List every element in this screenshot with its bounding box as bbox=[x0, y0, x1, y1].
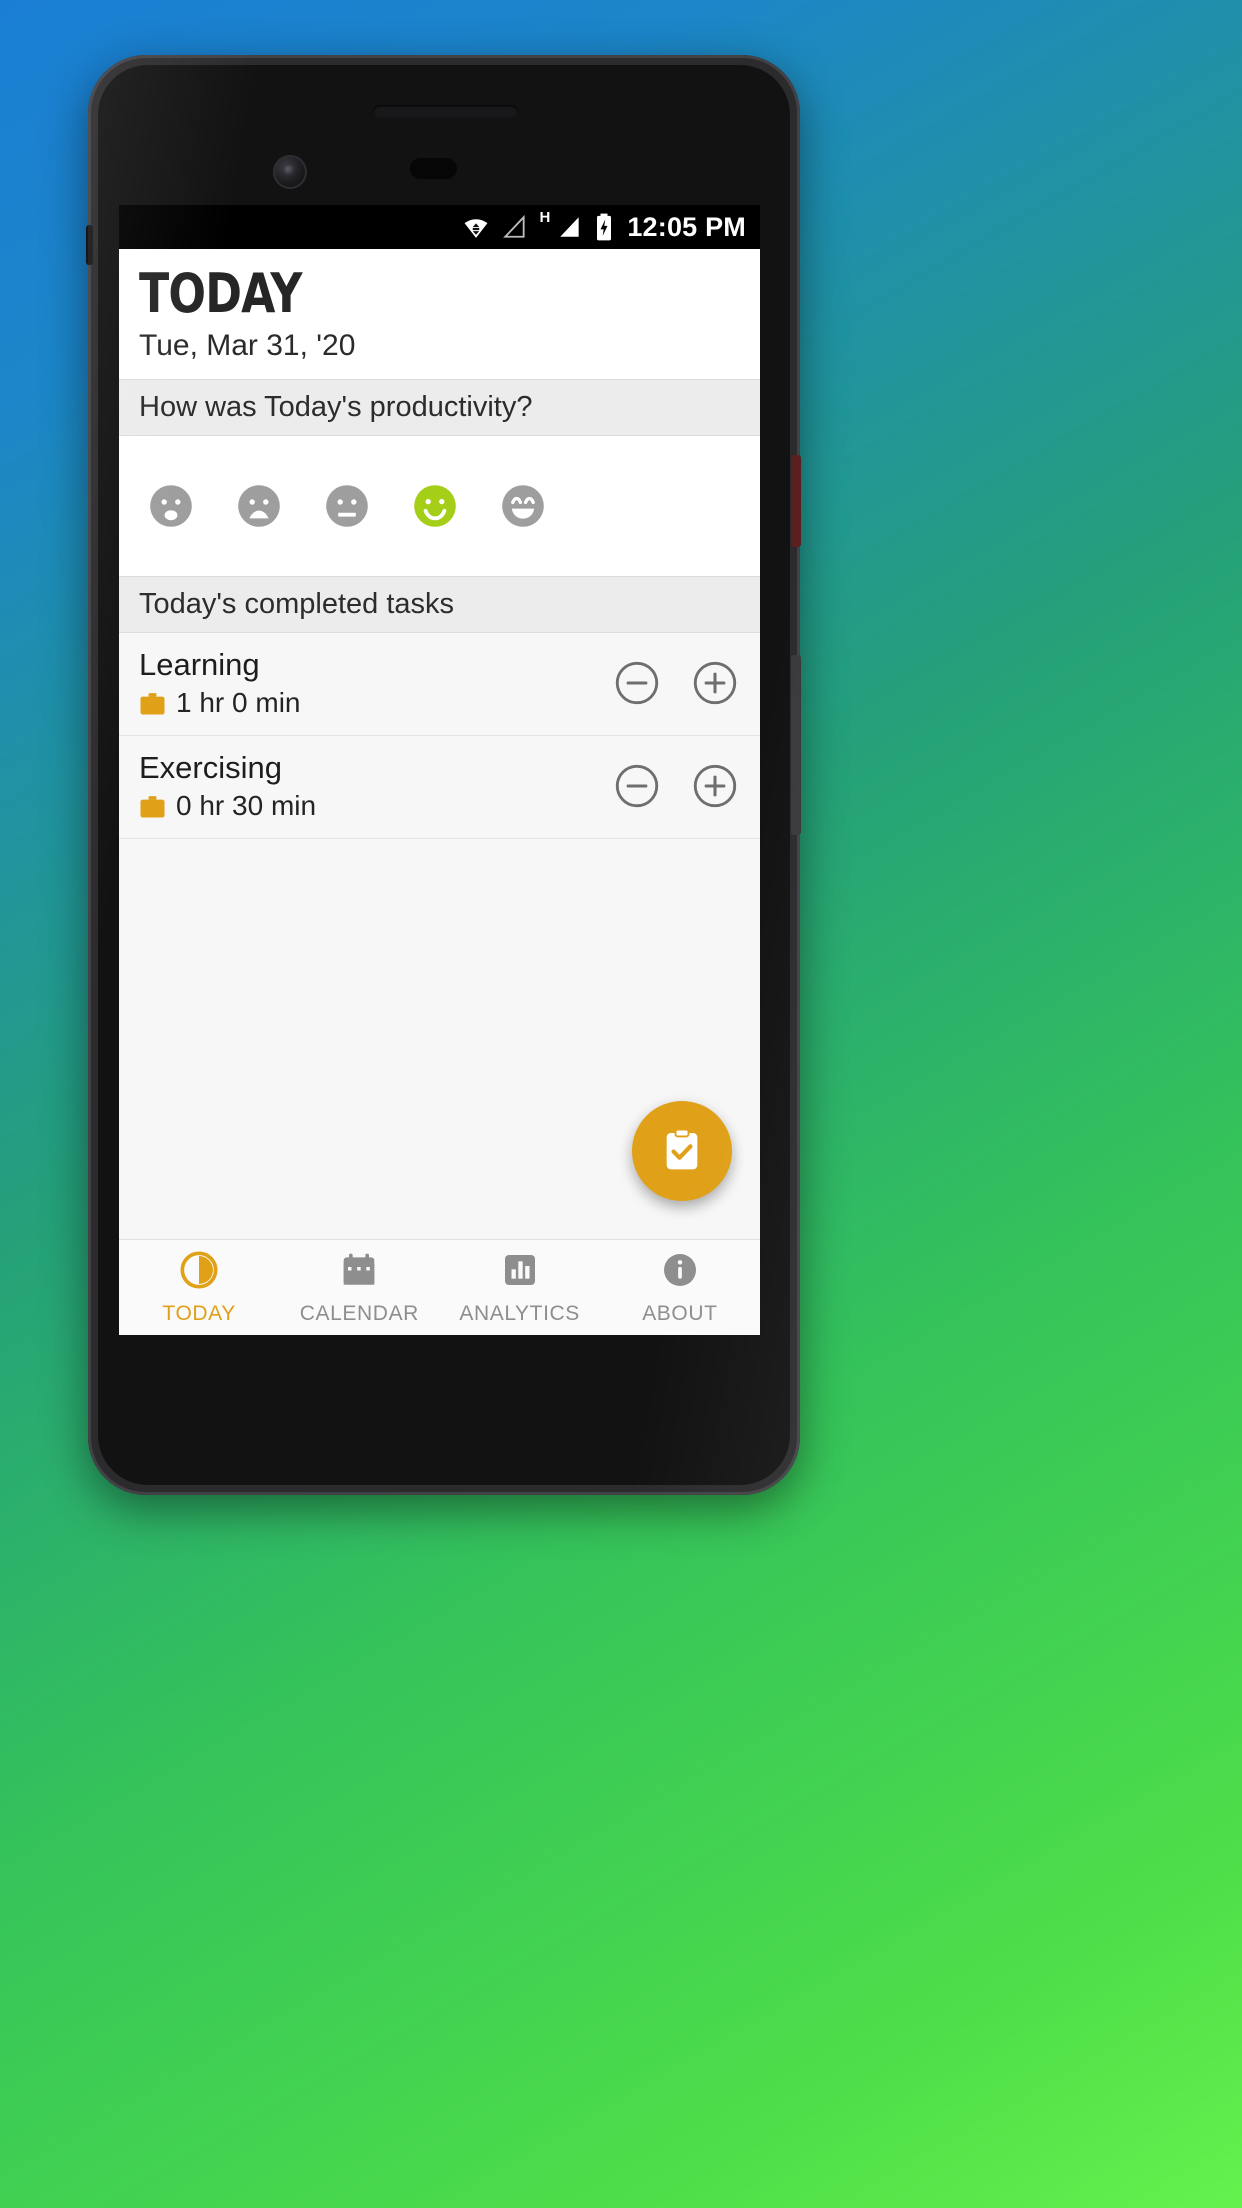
briefcase-icon bbox=[139, 691, 166, 715]
phone-screen: H 12:05 PM TODAY Tue, Mar 31, '20 How wa… bbox=[119, 205, 760, 1335]
table-row[interactable]: Learning 1 hr 0 min bbox=[119, 633, 760, 736]
info-icon bbox=[660, 1250, 700, 1295]
status-bar: H 12:05 PM bbox=[119, 205, 760, 249]
bar-chart-icon bbox=[500, 1250, 540, 1295]
battery-charging-icon bbox=[594, 213, 614, 241]
status-bar-clock: 12:05 PM bbox=[627, 211, 746, 242]
tab-today[interactable]: TODAY bbox=[119, 1250, 279, 1326]
increase-time-button[interactable] bbox=[692, 660, 738, 706]
decrease-time-button[interactable] bbox=[614, 763, 660, 809]
header-date: Tue, Mar 31, '20 bbox=[139, 329, 356, 362]
task-info: Exercising 0 hr 30 min bbox=[139, 750, 316, 822]
wifi-icon bbox=[461, 214, 491, 240]
decrease-time-button[interactable] bbox=[614, 660, 660, 706]
tab-calendar-label: CALENDAR bbox=[299, 1301, 419, 1325]
clipboard-check-icon bbox=[666, 1128, 698, 1170]
clock-pie-icon bbox=[179, 1250, 219, 1295]
face-very-happy-icon[interactable] bbox=[499, 482, 547, 530]
phone-frame: H 12:05 PM TODAY Tue, Mar 31, '20 How wa… bbox=[86, 55, 801, 1495]
face-neutral-icon[interactable] bbox=[323, 482, 371, 530]
phone-left-rail bbox=[86, 225, 93, 265]
front-camera-icon bbox=[273, 155, 307, 189]
tab-analytics[interactable]: ANALYTICS bbox=[440, 1250, 600, 1326]
calendar-icon bbox=[339, 1250, 379, 1295]
productivity-section-header: How was Today's productivity? bbox=[119, 379, 760, 436]
task-duration-text: 1 hr 0 min bbox=[176, 687, 301, 718]
volume-button[interactable] bbox=[791, 655, 801, 835]
task-info: Learning 1 hr 0 min bbox=[139, 647, 301, 719]
tab-today-label: TODAY bbox=[162, 1301, 236, 1325]
bottom-navigation: TODAY CALENDAR ANALYTICS ABOUT bbox=[119, 1239, 760, 1335]
face-happy-icon[interactable] bbox=[411, 482, 459, 530]
increase-time-button[interactable] bbox=[692, 763, 738, 809]
page-title: TODAY bbox=[139, 262, 302, 325]
task-actions bbox=[614, 660, 738, 706]
task-actions bbox=[614, 763, 738, 809]
tasks-section-header: Today's completed tasks bbox=[119, 576, 760, 633]
proximity-sensor bbox=[410, 158, 457, 179]
earpiece-speaker bbox=[373, 105, 518, 118]
tab-about[interactable]: ABOUT bbox=[600, 1250, 760, 1326]
signal-bars-icon bbox=[555, 214, 585, 240]
power-button[interactable] bbox=[791, 455, 801, 547]
tab-about-label: ABOUT bbox=[642, 1301, 718, 1325]
task-duration: 1 hr 0 min bbox=[139, 687, 301, 719]
task-duration-text: 0 hr 30 min bbox=[176, 790, 317, 821]
task-duration: 0 hr 30 min bbox=[139, 790, 316, 822]
face-sad-icon[interactable] bbox=[235, 482, 283, 530]
network-type-label: H bbox=[539, 209, 551, 226]
table-row[interactable]: Exercising 0 hr 30 min bbox=[119, 736, 760, 839]
task-list: Learning 1 hr 0 min Exercising 0 hr 30 m… bbox=[119, 633, 760, 839]
task-name: Learning bbox=[139, 647, 260, 682]
add-task-fab[interactable] bbox=[632, 1101, 732, 1201]
app-header: TODAY Tue, Mar 31, '20 bbox=[119, 249, 760, 379]
face-very-sad-icon[interactable] bbox=[147, 482, 195, 530]
content-area bbox=[119, 839, 760, 1239]
mood-rating-row bbox=[119, 436, 760, 576]
tab-calendar[interactable]: CALENDAR bbox=[279, 1250, 439, 1326]
task-name: Exercising bbox=[139, 750, 282, 785]
tab-analytics-label: ANALYTICS bbox=[459, 1301, 580, 1325]
signal-triangle-icon bbox=[500, 214, 530, 240]
briefcase-icon bbox=[139, 794, 166, 818]
